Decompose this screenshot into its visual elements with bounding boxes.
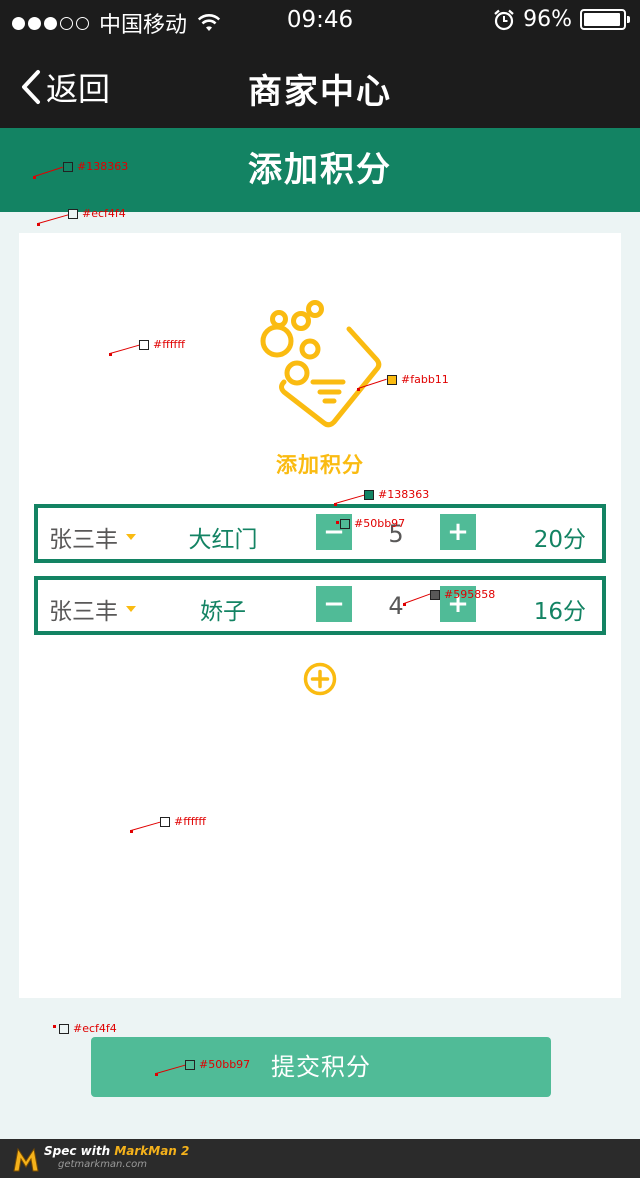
color-swatch <box>63 161 73 172</box>
color-annotation: #138363 <box>63 160 128 173</box>
submit-points-button[interactable]: 提交积分 <box>91 1037 551 1097</box>
increment-button[interactable]: + <box>440 514 476 550</box>
battery-percent: 96% <box>523 7 572 32</box>
status-right: 96% <box>493 7 630 32</box>
item-name: 大红门 <box>188 527 258 553</box>
item-name: 娇子 <box>200 599 246 625</box>
nav-bar: 返回 商家中心 <box>0 40 640 128</box>
color-swatch <box>59 1023 69 1034</box>
back-label: 返回 <box>46 70 111 108</box>
points-coupon-icon <box>260 300 382 428</box>
person-selector[interactable]: 张三丰 <box>49 592 136 626</box>
annotation-leader <box>37 214 69 224</box>
color-annotation: #ffffff <box>160 815 206 828</box>
points-row: 张三丰 娇子 − 4 + 16分 <box>34 576 606 635</box>
content-card: 添加积分 张三丰 大红门 − 5 + 20分 张三丰 娇子 − 4 + 16分 <box>19 233 621 998</box>
battery-fill <box>584 13 621 26</box>
person-name: 张三丰 <box>49 599 118 625</box>
annotation-label: #50bb97 <box>199 1058 251 1071</box>
color-annotation: #138363 <box>364 488 429 501</box>
footer-line2: getmarkman.com <box>58 1159 147 1170</box>
color-annotation: #50bb97 <box>340 517 405 530</box>
markman-logo-icon <box>13 1147 39 1172</box>
chevron-left-icon <box>22 70 40 104</box>
caret-down-icon <box>126 606 136 612</box>
annotation-label: #ffffff <box>174 815 206 828</box>
color-swatch <box>139 339 149 350</box>
color-swatch <box>430 589 440 600</box>
footer-brand: MarkMan 2 <box>114 1144 190 1158</box>
annotation-label: #ecf4f4 <box>82 207 126 220</box>
color-swatch <box>340 518 350 529</box>
color-swatch <box>160 816 170 827</box>
footer-prefix: Spec with <box>44 1144 115 1158</box>
points-row: 张三丰 大红门 − 5 + 20分 <box>34 504 606 563</box>
color-annotation: #ffffff <box>139 338 185 351</box>
hero-title: 添加积分 <box>276 453 364 477</box>
status-bar: 中国移动 09:46 96% <box>0 0 640 40</box>
annotation-label: #ecf4f4 <box>73 1022 117 1035</box>
color-swatch <box>68 208 78 219</box>
annotation-label: #50bb97 <box>354 517 406 530</box>
annotation-label: #138363 <box>77 160 129 173</box>
add-circle-icon[interactable] <box>303 662 337 696</box>
alarm-clock-icon <box>494 9 514 30</box>
caret-down-icon <box>126 534 136 540</box>
annotation-marker <box>53 1025 56 1028</box>
color-annotation: #50bb97 <box>185 1058 250 1071</box>
battery-icon <box>580 9 630 30</box>
points-value: 16分 <box>533 599 586 625</box>
color-swatch <box>364 489 374 500</box>
color-swatch <box>387 374 397 385</box>
color-annotation: #ecf4f4 <box>59 1022 117 1035</box>
person-name: 张三丰 <box>49 527 118 553</box>
annotation-label: #138363 <box>378 488 430 501</box>
markman-footer: Spec with MarkMan 2 getmarkman.com <box>0 1139 640 1178</box>
annotation-label: #595858 <box>444 588 496 601</box>
color-annotation: #ecf4f4 <box>68 207 126 220</box>
annotation-marker <box>336 521 339 524</box>
color-annotation: #595858 <box>430 588 495 601</box>
annotation-label: #ffffff <box>153 338 185 351</box>
quantity-value[interactable]: 4 <box>352 592 440 620</box>
color-swatch <box>185 1059 195 1070</box>
annotation-label: #fabb11 <box>401 373 449 386</box>
points-value: 20分 <box>533 527 586 553</box>
decrement-button[interactable]: − <box>316 586 352 622</box>
person-selector[interactable]: 张三丰 <box>49 520 136 554</box>
footer-line1: Spec with MarkMan 2 <box>44 1144 189 1158</box>
back-button[interactable]: 返回 <box>20 64 110 110</box>
color-annotation: #fabb11 <box>387 373 449 386</box>
